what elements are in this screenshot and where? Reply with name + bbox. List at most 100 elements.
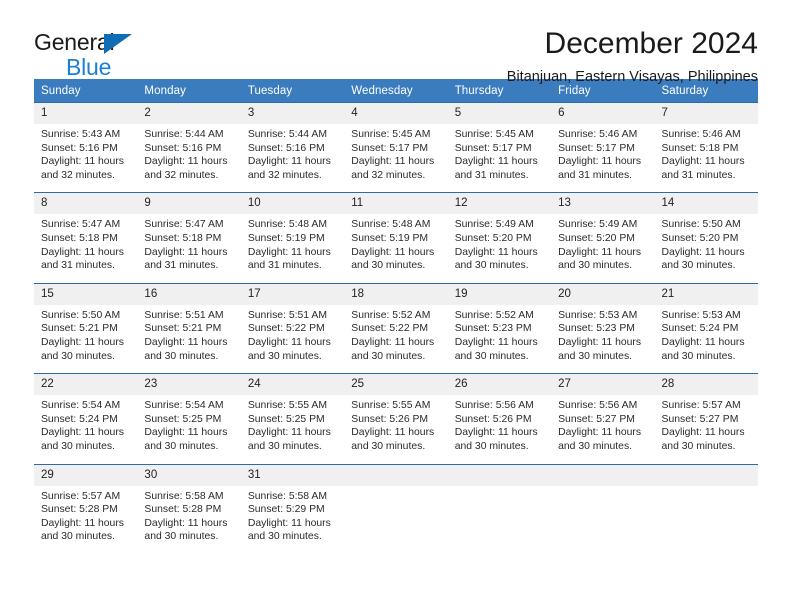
- calendar-day-cell[interactable]: 10 Sunrise: 5:48 AM Sunset: 5:19 PM Dayl…: [240, 192, 345, 284]
- daylight-text: Daylight: 11 hours and 32 minutes.: [351, 156, 435, 181]
- sunset-text: Sunset: 5:21 PM: [41, 323, 118, 335]
- day-number: 23: [137, 374, 241, 396]
- day-number: 29: [34, 464, 138, 486]
- day-details: Sunrise: 5:46 AM Sunset: 5:17 PM Dayligh…: [551, 124, 654, 192]
- sunrise-text: Sunrise: 5:47 AM: [144, 219, 224, 231]
- calendar-day-cell[interactable]: 7 Sunrise: 5:46 AM Sunset: 5:18 PM Dayli…: [654, 101, 758, 193]
- calendar-day-cell[interactable]: 25 Sunrise: 5:55 AM Sunset: 5:26 PM Dayl…: [344, 373, 448, 464]
- day-number: 16: [137, 283, 241, 305]
- calendar-day-cell[interactable]: 11 Sunrise: 5:48 AM Sunset: 5:19 PM Dayl…: [344, 192, 448, 284]
- day-number: 28: [654, 374, 758, 396]
- day-details: Sunrise: 5:51 AM Sunset: 5:22 PM Dayligh…: [241, 305, 344, 373]
- daylight-text: Daylight: 11 hours and 30 minutes.: [454, 336, 538, 362]
- day-number: [551, 464, 655, 486]
- weekday-header-tuesday: Tuesday: [240, 79, 345, 103]
- calendar-day-cell[interactable]: 1 Sunrise: 5:43 AM Sunset: 5:16 PM Dayli…: [34, 101, 138, 193]
- sunset-text: Sunset: 5:26 PM: [351, 413, 429, 425]
- calendar-day-cell[interactable]: 9 Sunrise: 5:47 AM Sunset: 5:18 PM Dayli…: [137, 192, 241, 284]
- calendar-day-cell[interactable]: 24 Sunrise: 5:55 AM Sunset: 5:25 PM Dayl…: [240, 373, 345, 464]
- calendar-day-cell[interactable]: 2 Sunrise: 5:44 AM Sunset: 5:16 PM Dayli…: [137, 101, 241, 193]
- day-details: [344, 486, 447, 543]
- calendar-day-cell[interactable]: 30 Sunrise: 5:58 AM Sunset: 5:28 PM Dayl…: [137, 463, 241, 554]
- sunset-text: Sunset: 5:18 PM: [144, 232, 222, 244]
- daylight-text: Daylight: 11 hours and 30 minutes.: [41, 336, 124, 362]
- sunset-text: Sunset: 5:21 PM: [144, 323, 222, 335]
- sunset-text: Sunset: 5:16 PM: [41, 142, 118, 154]
- day-details: Sunrise: 5:51 AM Sunset: 5:21 PM Dayligh…: [137, 305, 240, 373]
- sunrise-text: Sunrise: 5:48 AM: [351, 219, 431, 231]
- calendar-day-cell[interactable]: 4 Sunrise: 5:45 AM Sunset: 5:17 PM Dayli…: [344, 101, 448, 193]
- day-number: 15: [34, 283, 138, 305]
- day-number: [654, 464, 758, 486]
- sunset-text: Sunset: 5:25 PM: [144, 413, 222, 425]
- day-details: Sunrise: 5:46 AM Sunset: 5:18 PM Dayligh…: [655, 124, 758, 192]
- weekday-header-monday: Monday: [137, 79, 241, 103]
- daylight-text: Daylight: 11 hours and 30 minutes.: [454, 427, 538, 452]
- calendar-day-cell[interactable]: 15 Sunrise: 5:50 AM Sunset: 5:21 PM Dayl…: [34, 282, 138, 374]
- day-number: [447, 464, 552, 486]
- calendar-day-cell-empty: [447, 463, 552, 554]
- day-number: 6: [551, 103, 655, 124]
- sunset-text: Sunset: 5:20 PM: [454, 232, 532, 244]
- daylight-text: Daylight: 11 hours and 30 minutes.: [558, 336, 642, 362]
- calendar-day-cell[interactable]: 26 Sunrise: 5:56 AM Sunset: 5:26 PM Dayl…: [447, 373, 552, 464]
- sunset-text: Sunset: 5:27 PM: [558, 413, 635, 425]
- daylight-text: Daylight: 11 hours and 30 minutes.: [661, 336, 745, 362]
- day-number: 19: [447, 283, 552, 305]
- calendar-day-cell[interactable]: 22 Sunrise: 5:54 AM Sunset: 5:24 PM Dayl…: [34, 373, 138, 464]
- day-number: 1: [34, 103, 138, 124]
- sunrise-text: Sunrise: 5:45 AM: [454, 129, 534, 140]
- sunset-text: Sunset: 5:28 PM: [144, 504, 222, 516]
- day-details: Sunrise: 5:45 AM Sunset: 5:17 PM Dayligh…: [448, 124, 551, 192]
- daylight-text: Daylight: 11 hours and 31 minutes.: [247, 246, 331, 272]
- calendar-day-cell[interactable]: 17 Sunrise: 5:51 AM Sunset: 5:22 PM Dayl…: [240, 282, 345, 374]
- generalblue-logo[interactable]: General Blue: [34, 24, 164, 82]
- sunrise-text: Sunrise: 5:48 AM: [247, 219, 327, 231]
- calendar-day-cell[interactable]: 29 Sunrise: 5:57 AM Sunset: 5:28 PM Dayl…: [34, 463, 138, 554]
- calendar-day-cell[interactable]: 5 Sunrise: 5:45 AM Sunset: 5:17 PM Dayli…: [447, 101, 552, 193]
- sunset-text: Sunset: 5:18 PM: [41, 232, 118, 244]
- calendar-day-cell[interactable]: 18 Sunrise: 5:52 AM Sunset: 5:22 PM Dayl…: [344, 282, 448, 374]
- day-number: 5: [447, 103, 552, 124]
- page-header: General Blue December 2024 Bitanjuan, Ea…: [34, 0, 758, 85]
- sunrise-text: Sunrise: 5:54 AM: [144, 400, 224, 412]
- daylight-text: Daylight: 11 hours and 32 minutes.: [247, 156, 331, 181]
- day-details: Sunrise: 5:58 AM Sunset: 5:29 PM Dayligh…: [241, 486, 344, 554]
- calendar-day-cell-empty: [551, 463, 655, 554]
- calendar-day-cell[interactable]: 6 Sunrise: 5:46 AM Sunset: 5:17 PM Dayli…: [551, 101, 655, 193]
- weekday-header-wednesday: Wednesday: [344, 79, 448, 103]
- calendar-day-cell[interactable]: 19 Sunrise: 5:52 AM Sunset: 5:23 PM Dayl…: [447, 282, 552, 374]
- calendar-day-cell[interactable]: 21 Sunrise: 5:53 AM Sunset: 5:24 PM Dayl…: [654, 282, 758, 374]
- calendar-day-cell[interactable]: 12 Sunrise: 5:49 AM Sunset: 5:20 PM Dayl…: [447, 192, 552, 284]
- calendar-day-cell[interactable]: 3 Sunrise: 5:44 AM Sunset: 5:16 PM Dayli…: [240, 101, 345, 193]
- sunrise-text: Sunrise: 5:49 AM: [454, 219, 534, 231]
- sunrise-text: Sunrise: 5:58 AM: [247, 490, 327, 502]
- day-details: [551, 486, 654, 543]
- sunset-text: Sunset: 5:22 PM: [247, 323, 325, 335]
- calendar-day-cell[interactable]: 8 Sunrise: 5:47 AM Sunset: 5:18 PM Dayli…: [34, 192, 138, 284]
- calendar-day-cell[interactable]: 23 Sunrise: 5:54 AM Sunset: 5:25 PM Dayl…: [137, 373, 241, 464]
- daylight-text: Daylight: 11 hours and 32 minutes.: [144, 156, 228, 181]
- sunset-text: Sunset: 5:27 PM: [661, 413, 739, 425]
- calendar-day-cell[interactable]: 20 Sunrise: 5:53 AM Sunset: 5:23 PM Dayl…: [551, 282, 655, 374]
- daylight-text: Daylight: 11 hours and 30 minutes.: [351, 336, 435, 362]
- sunrise-text: Sunrise: 5:51 AM: [247, 309, 327, 321]
- day-number: 31: [240, 464, 345, 486]
- sunrise-text: Sunrise: 5:56 AM: [558, 400, 638, 412]
- day-number: [344, 464, 448, 486]
- calendar-day-cell[interactable]: 14 Sunrise: 5:50 AM Sunset: 5:20 PM Dayl…: [654, 192, 758, 284]
- daylight-text: Daylight: 11 hours and 30 minutes.: [144, 517, 228, 543]
- calendar-day-cell[interactable]: 13 Sunrise: 5:49 AM Sunset: 5:20 PM Dayl…: [551, 192, 655, 284]
- calendar-day-cell[interactable]: 16 Sunrise: 5:51 AM Sunset: 5:21 PM Dayl…: [137, 282, 241, 374]
- day-details: Sunrise: 5:48 AM Sunset: 5:19 PM Dayligh…: [241, 214, 344, 282]
- daylight-text: Daylight: 11 hours and 31 minutes.: [41, 246, 124, 272]
- day-number: 30: [137, 464, 241, 486]
- calendar-day-cell[interactable]: 28 Sunrise: 5:57 AM Sunset: 5:27 PM Dayl…: [654, 373, 758, 464]
- calendar-day-cell[interactable]: 27 Sunrise: 5:56 AM Sunset: 5:27 PM Dayl…: [551, 373, 655, 464]
- daylight-text: Daylight: 11 hours and 31 minutes.: [661, 156, 745, 181]
- calendar-day-cell[interactable]: 31 Sunrise: 5:58 AM Sunset: 5:29 PM Dayl…: [240, 463, 345, 554]
- sunrise-text: Sunrise: 5:49 AM: [558, 219, 638, 231]
- daylight-text: Daylight: 11 hours and 30 minutes.: [454, 246, 538, 272]
- daylight-text: Daylight: 11 hours and 30 minutes.: [558, 427, 642, 452]
- day-details: Sunrise: 5:47 AM Sunset: 5:18 PM Dayligh…: [137, 214, 240, 282]
